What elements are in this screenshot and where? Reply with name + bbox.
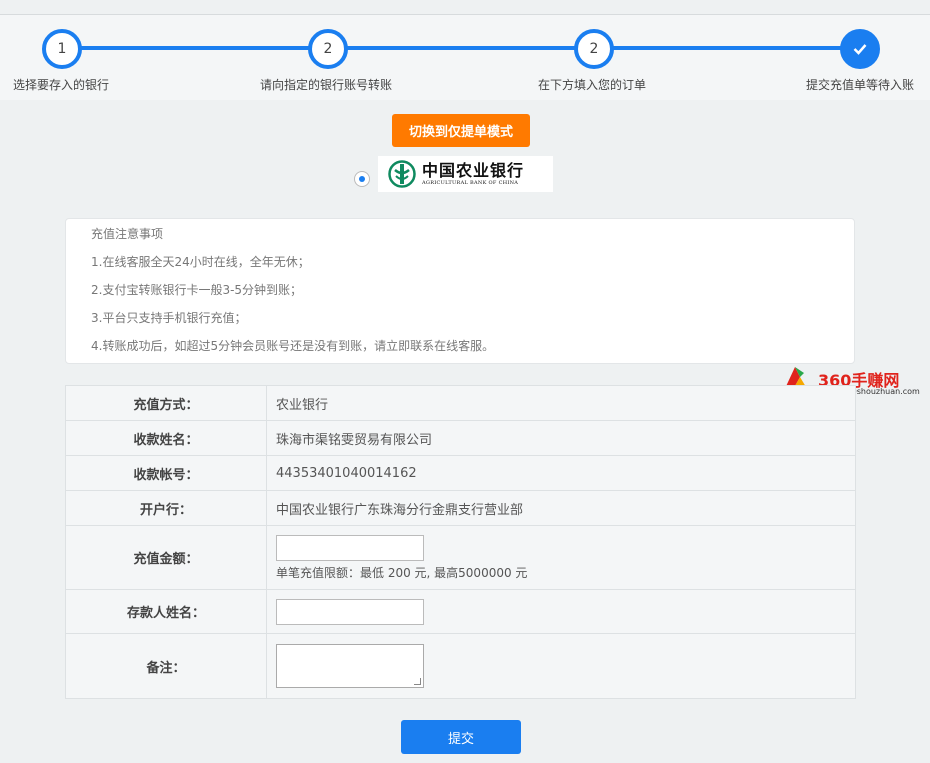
step-1-label: 选择要存入的银行 — [13, 78, 110, 92]
amount-input[interactable] — [276, 534, 424, 561]
bank-name-en: AGRICULTURAL BANK OF CHINA — [422, 180, 519, 186]
branch-value: 中国农业银行广东珠海分行金鼎支行营业部 — [266, 490, 856, 526]
account-label: 收款帐号： — [65, 455, 267, 491]
step-4-circle — [840, 29, 880, 69]
payee-label: 收款姓名： — [65, 420, 267, 456]
account-value: 44353401040014162 — [266, 455, 856, 491]
recharge-form: 充值方式： 农业银行 收款姓名： 珠海市渠铭雯贸易有限公司 收款帐号： 4435… — [65, 385, 856, 699]
progress-steps — [0, 15, 930, 100]
notice-panel: 充值注意事项 1.在线客服全天24小时在线，全年无休； 2.支付宝转账银行卡一般… — [65, 218, 855, 364]
check-icon — [853, 44, 867, 55]
step-3-circle: 2 — [574, 29, 614, 69]
amount-label: 充值金额： — [65, 525, 267, 590]
progress-line — [64, 46, 856, 50]
depositor-label: 存款人姓名： — [65, 589, 267, 634]
step-2-label: 请向指定的银行账号转账 — [260, 78, 393, 92]
branch-label: 开户行： — [65, 490, 267, 526]
step-1-circle: 1 — [42, 29, 82, 69]
top-bar — [0, 0, 930, 15]
step-2-circle: 2 — [308, 29, 348, 69]
bank-radio[interactable] — [354, 171, 370, 187]
notice-item: 2.支付宝转账银行卡一般3-5分钟到账； — [91, 283, 303, 297]
notice-item: 3.平台只支持手机银行充值； — [91, 311, 247, 325]
submit-button[interactable]: 提交 — [401, 720, 521, 754]
notice-item: 1.在线客服全天24小时在线，全年无休； — [91, 255, 310, 269]
bank-logo[interactable]: 中国农业银行 AGRICULTURAL BANK OF CHINA — [378, 156, 553, 192]
abc-bank-icon — [388, 160, 416, 188]
form-row-payee: 收款姓名： 珠海市渠铭雯贸易有限公司 — [65, 420, 856, 456]
depositor-name-input[interactable] — [276, 598, 424, 625]
form-row-amount: 充值金额： 单笔充值限额：最低 200 元, 最高5000000 元 — [65, 525, 856, 590]
form-row-method: 充值方式： 农业银行 — [65, 385, 856, 421]
form-row-branch: 开户行： 中国农业银行广东珠海分行金鼎支行营业部 — [65, 490, 856, 526]
remark-label: 备注： — [65, 633, 267, 699]
form-row-remark: 备注： — [65, 633, 856, 699]
remark-textarea[interactable] — [276, 644, 424, 688]
method-label: 充值方式： — [65, 385, 267, 421]
step-4-label: 提交充值单等待入账 — [806, 78, 915, 92]
form-row-depositor: 存款人姓名： — [65, 589, 856, 634]
amount-hint: 单笔充值限额：最低 200 元, 最高5000000 元 — [276, 565, 528, 580]
notice-title: 充值注意事项 — [91, 227, 164, 241]
method-value: 农业银行 — [266, 385, 856, 421]
notice-item: 4.转账成功后，如超过5分钟会员账号还是没有到账，请立即联系在线客服。 — [91, 339, 495, 353]
bank-name-cn: 中国农业银行 — [422, 161, 525, 180]
form-row-account: 收款帐号： 44353401040014162 — [65, 455, 856, 491]
step-3-label: 在下方填入您的订单 — [538, 78, 647, 92]
payee-value: 珠海市渠铭雯贸易有限公司 — [266, 420, 856, 456]
switch-mode-button[interactable]: 切换到仅提单模式 — [392, 114, 530, 147]
